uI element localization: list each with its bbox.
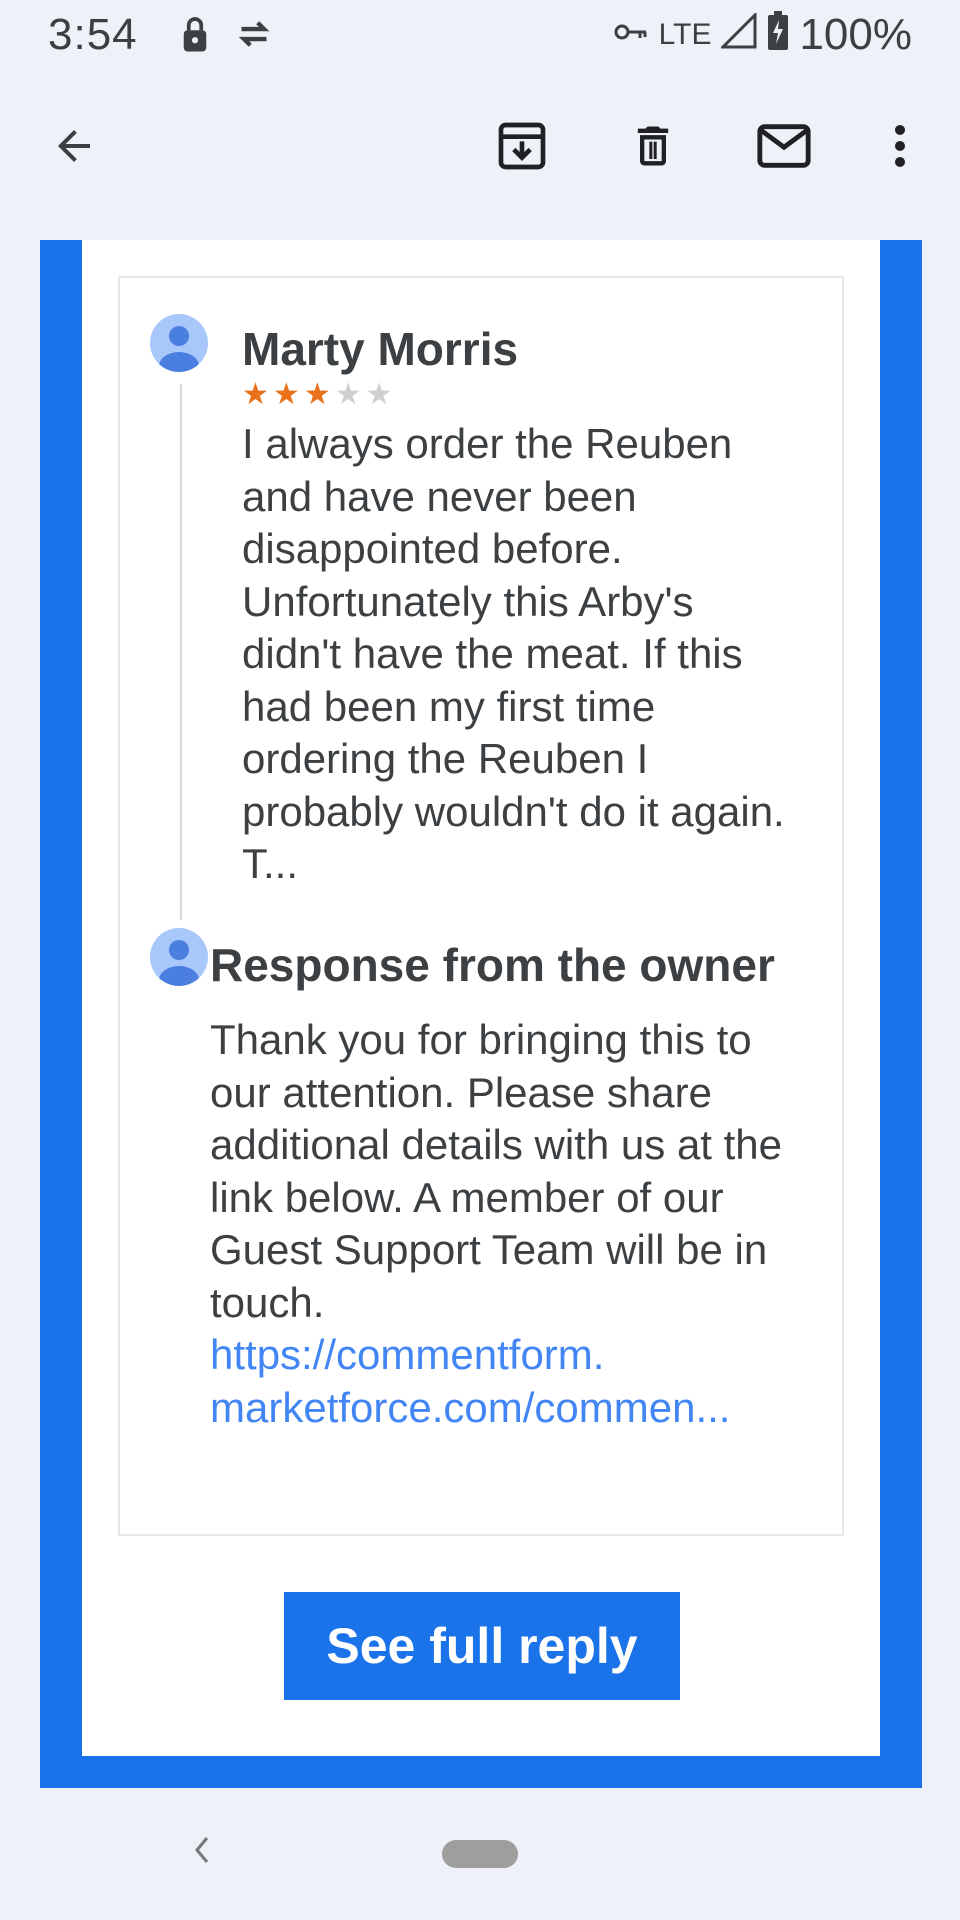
star-empty-icon: ★: [334, 378, 362, 411]
person-icon: [159, 940, 199, 986]
response-link-line2: marketforce.com/commen...: [210, 1383, 731, 1431]
status-bar: 3:54 LTE 100%: [0, 0, 960, 72]
reviewer-avatar: [150, 314, 208, 372]
response-body: Thank you for bringing this to our atten…: [210, 1014, 810, 1434]
thread-line: [180, 384, 182, 920]
chevron-left-icon: [189, 1829, 213, 1879]
nav-home-pill[interactable]: [442, 1840, 518, 1868]
response-link-line1: https://commentform.: [210, 1331, 605, 1378]
review-text: I always order the Reuben and have never…: [242, 420, 785, 887]
response-title: Response from the owner: [210, 939, 775, 991]
response-link[interactable]: https://commentform. marketforce.com/com…: [210, 1329, 810, 1434]
archive-icon: [494, 118, 550, 179]
mail-icon: [755, 117, 813, 180]
response-text: Thank you for bringing this to our atten…: [210, 1016, 783, 1326]
star-filled-icon: ★: [242, 378, 269, 411]
star-filled-icon: ★: [272, 378, 300, 411]
status-time: 3:54: [48, 10, 138, 59]
more-options-button[interactable]: [864, 112, 936, 184]
see-full-reply-button[interactable]: See full reply: [284, 1592, 680, 1700]
status-left-icons: [180, 14, 274, 59]
battery-charging-icon: [767, 11, 789, 59]
network-type: LTE: [658, 18, 712, 51]
app-bar: [0, 72, 960, 240]
more-vert-icon: [892, 122, 908, 175]
mail-button[interactable]: [748, 112, 820, 184]
delete-icon: [627, 120, 679, 177]
star-rating: ★ ★ ★ ★ ★: [242, 380, 393, 410]
navigation-bar: [0, 1788, 960, 1920]
back-button[interactable]: [38, 112, 110, 184]
signal-icon: [719, 11, 757, 57]
star-empty-icon: ★: [365, 378, 393, 411]
lock-icon: [180, 14, 210, 59]
delete-button[interactable]: [617, 112, 689, 184]
status-right-icons: LTE 100%: [613, 10, 912, 60]
battery-percentage: 100%: [799, 10, 912, 59]
sync-icon: [234, 14, 274, 59]
nav-back-button[interactable]: [176, 1826, 226, 1882]
star-filled-icon: ★: [303, 378, 331, 411]
archive-button[interactable]: [486, 112, 558, 184]
person-icon: [159, 326, 199, 372]
owner-avatar: [150, 928, 208, 986]
reviewer-name: Marty Morris: [242, 323, 519, 375]
vpn-key-icon: [613, 18, 649, 52]
back-arrow-icon: [50, 122, 98, 175]
